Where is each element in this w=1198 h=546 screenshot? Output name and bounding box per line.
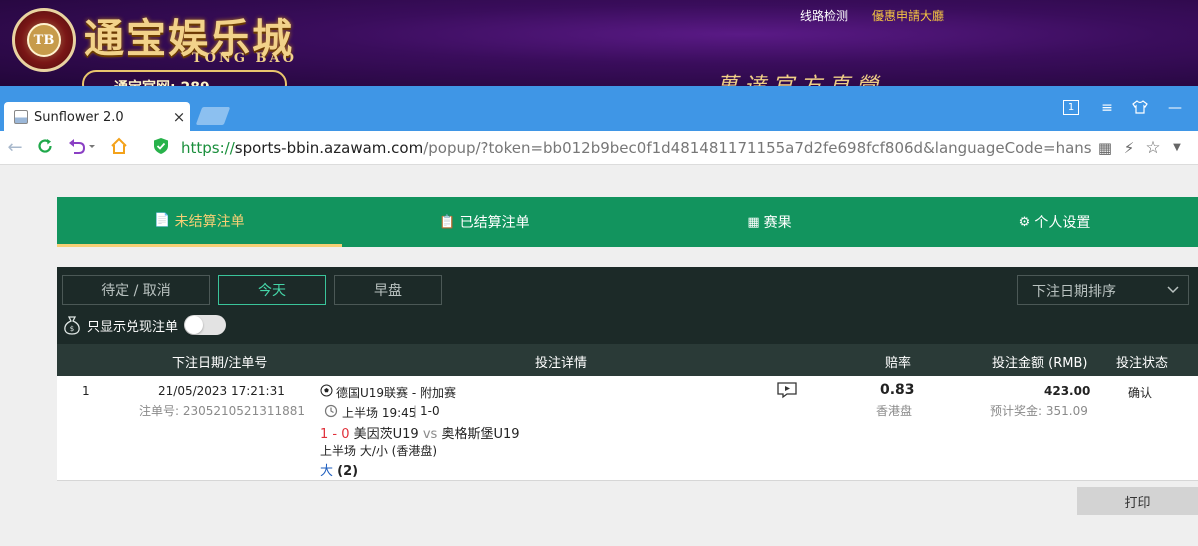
tab-label: 已结算注单 bbox=[459, 215, 530, 231]
svg-text:$: $ bbox=[70, 325, 74, 333]
bookmark-star-icon[interactable]: ☆ bbox=[1144, 137, 1162, 159]
skin-icon[interactable] bbox=[1131, 100, 1149, 116]
gear-icon: ⚙ bbox=[1018, 214, 1031, 230]
header-bet-details: 投注详情 bbox=[535, 356, 588, 371]
filter-today-button[interactable]: 今天 bbox=[218, 275, 326, 305]
filter-early-button[interactable]: 早盘 bbox=[334, 275, 442, 305]
header-stake: 投注金额 (RMB) bbox=[992, 356, 1088, 371]
tab-label: 个人设置 bbox=[1034, 215, 1091, 231]
qr-code-icon[interactable]: ▦ bbox=[1096, 137, 1114, 159]
minimize-icon[interactable]: — bbox=[1166, 100, 1184, 116]
dropdown-caret-icon[interactable]: ▼ bbox=[1170, 137, 1184, 159]
live-stream-icon[interactable] bbox=[776, 381, 798, 402]
tab-title: Sunflower 2.0 bbox=[34, 109, 124, 125]
chevron-down-icon bbox=[1166, 280, 1180, 304]
header-date-ticket: 下注日期/注单号 bbox=[172, 356, 268, 371]
browser-addressbar: ← https://sports-bbin.azawam.com/popup/?… bbox=[0, 131, 1198, 165]
period-score: 1-0 bbox=[420, 404, 440, 418]
clipboard-icon: 📋 bbox=[439, 214, 456, 230]
tab-unsettled-bets[interactable]: 📄 未结算注单 bbox=[57, 197, 342, 247]
live-clock-icon bbox=[324, 404, 338, 421]
cashout-filter: $ 只显示兑现注单 bbox=[63, 313, 227, 337]
estimated-payout: 预计奖金: 351.09 bbox=[990, 404, 1088, 418]
url-host: sports-bbin.azawam.com bbox=[234, 139, 424, 157]
banner-slogan: 萬達官方直營 bbox=[716, 68, 884, 86]
undo-close-tab-icon[interactable] bbox=[66, 137, 96, 159]
tab-results[interactable]: ▦ 赛果 bbox=[627, 197, 912, 247]
back-icon[interactable]: ← bbox=[5, 137, 25, 159]
soccer-ball-icon bbox=[320, 384, 333, 400]
live-score: 1 - 0 bbox=[320, 427, 350, 442]
bet-datetime: 21/05/2023 17:21:31 bbox=[158, 384, 285, 398]
league-name: 德国U19联赛 - 附加赛 bbox=[336, 386, 457, 400]
filter-panel: 待定 / 取消 今天 早盘 下注日期排序 $ 只显示兑现注单 bbox=[57, 267, 1198, 344]
line-check-link[interactable]: 线路检测 bbox=[800, 7, 848, 24]
cashout-only-toggle[interactable] bbox=[184, 315, 227, 335]
official-site-pill[interactable]: 通宝官网: 289 bbox=[82, 70, 287, 86]
header-odds: 赔率 bbox=[885, 356, 912, 371]
page-favicon-icon bbox=[14, 110, 28, 124]
header-status: 投注状态 bbox=[1116, 356, 1169, 371]
brand-subtitle: TONG BAO bbox=[192, 51, 297, 66]
sort-selected-value: 下注日期排序 bbox=[1032, 284, 1116, 300]
url-input[interactable]: https://sports-bbin.azawam.com/popup/?to… bbox=[181, 139, 1091, 157]
cashout-only-label: 只显示兑现注单 bbox=[87, 319, 179, 335]
home-icon[interactable] bbox=[109, 137, 129, 159]
home-team: 美因茨U19 bbox=[353, 427, 419, 442]
market-name: 上半场 大/小 (香港盘) bbox=[320, 444, 438, 458]
lightning-icon[interactable]: ⚡ bbox=[1120, 137, 1138, 159]
ticket-number: 注单号: 2305210521311881 bbox=[139, 404, 306, 418]
new-tab-button[interactable] bbox=[195, 107, 231, 125]
document-icon: 📄 bbox=[154, 213, 171, 228]
bet-list-page: 📄 未结算注单 📋 已结算注单 ▦ 赛果 ⚙ 个人设置 待定 / 取消 今天 早… bbox=[0, 166, 1198, 546]
url-path: /popup/?token=bb012b9bec0f1d481481171155… bbox=[423, 139, 1091, 157]
tab-close-icon[interactable]: × bbox=[168, 108, 190, 126]
tab-settings[interactable]: ⚙ 个人设置 bbox=[912, 197, 1197, 247]
away-team: 奥格斯堡U19 bbox=[441, 427, 520, 442]
toggle-knob bbox=[185, 316, 204, 334]
tab-label: 未结算注单 bbox=[174, 213, 245, 230]
odds-value: 0.83 bbox=[880, 382, 915, 398]
bet-status: 确认 bbox=[1128, 386, 1153, 400]
print-button[interactable]: 打印 bbox=[1077, 487, 1198, 515]
sort-select[interactable]: 下注日期排序 bbox=[1017, 275, 1189, 305]
handicap-line: (2) bbox=[337, 464, 359, 479]
promo-hall-link[interactable]: 優惠申請大廳 bbox=[872, 7, 944, 24]
window-list-icon[interactable]: 1 bbox=[1063, 100, 1079, 115]
filter-pending-cancel-button[interactable]: 待定 / 取消 bbox=[62, 275, 210, 305]
site-banner: TB 通宝娱乐城 TONG BAO 通宝官网: 289 线路检测 優惠申請大廳 … bbox=[0, 0, 1198, 86]
browser-tab-active[interactable]: Sunflower 2.0 × bbox=[4, 102, 190, 132]
separator: | bbox=[413, 404, 418, 418]
browser-tabbar: Sunflower 2.0 × 1 ≡ — bbox=[0, 86, 1198, 132]
menu-icon[interactable]: ≡ bbox=[1098, 100, 1116, 116]
money-bag-icon: $ bbox=[63, 315, 81, 335]
odds-type: 香港盘 bbox=[876, 404, 913, 418]
secure-shield-icon[interactable] bbox=[152, 137, 170, 159]
tab-label: 赛果 bbox=[763, 215, 792, 231]
match-period-time: 上半场 19:45 bbox=[342, 406, 417, 420]
stake-amount: 423.00 bbox=[1044, 384, 1091, 398]
vs-label: vs bbox=[422, 427, 438, 442]
url-scheme: https:// bbox=[181, 139, 235, 157]
tab-settled-bets[interactable]: 📋 已结算注单 bbox=[342, 197, 627, 247]
main-tabs: 📄 未结算注单 📋 已结算注单 ▦ 赛果 ⚙ 个人设置 bbox=[57, 197, 1198, 247]
selection: 大 bbox=[320, 464, 334, 479]
table-row[interactable]: 1 21/05/2023 17:21:31 注单号: 2305210521311… bbox=[57, 376, 1198, 481]
reload-icon[interactable] bbox=[35, 137, 55, 159]
row-index: 1 bbox=[82, 384, 90, 398]
logo-monogram: TB bbox=[27, 23, 61, 57]
bet-table-header: 下注日期/注单号 投注详情 赔率 投注金额 (RMB) 投注状态 bbox=[57, 344, 1198, 376]
scoreboard-icon: ▦ bbox=[747, 214, 760, 230]
casino-logo-badge: TB bbox=[12, 8, 76, 72]
